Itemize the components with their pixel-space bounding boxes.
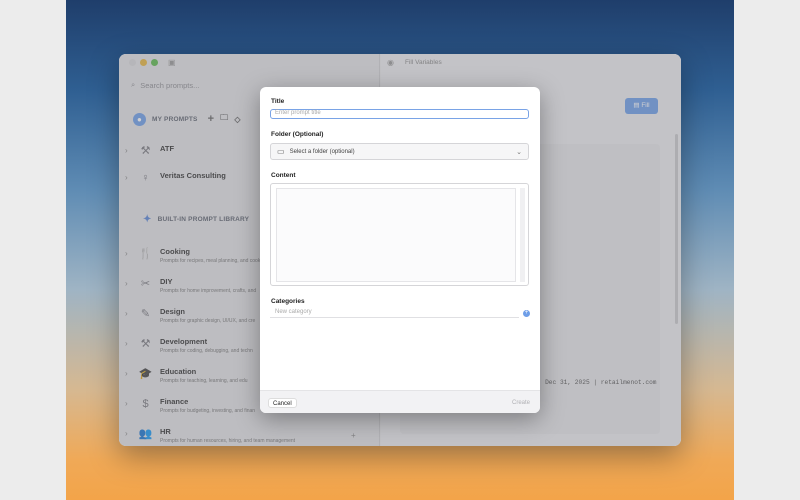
- create-button[interactable]: Create: [508, 398, 534, 408]
- categories-label: Categories: [271, 298, 305, 305]
- dialog-footer: Cancel Create: [260, 390, 540, 413]
- folder-icon: ▭: [277, 147, 285, 156]
- content-editor[interactable]: [270, 183, 529, 286]
- new-prompt-dialog: Title Enter prompt title Folder (Optiona…: [260, 87, 540, 413]
- folder-select[interactable]: ▭ Select a folder (optional) ⌄: [270, 143, 529, 160]
- chevron-down-icon: ⌄: [516, 148, 522, 156]
- folder-select-value: Select a folder (optional): [289, 148, 355, 155]
- content-label: Content: [271, 172, 296, 179]
- title-input[interactable]: Enter prompt title: [270, 109, 529, 119]
- new-category-input[interactable]: New category: [270, 309, 519, 318]
- folder-label: Folder (Optional): [271, 131, 324, 138]
- content-textarea[interactable]: [276, 188, 516, 282]
- add-category-button[interactable]: +: [523, 310, 530, 317]
- content-scrollbar[interactable]: [520, 188, 525, 282]
- cancel-button[interactable]: Cancel: [268, 398, 297, 408]
- title-label: Title: [271, 98, 285, 105]
